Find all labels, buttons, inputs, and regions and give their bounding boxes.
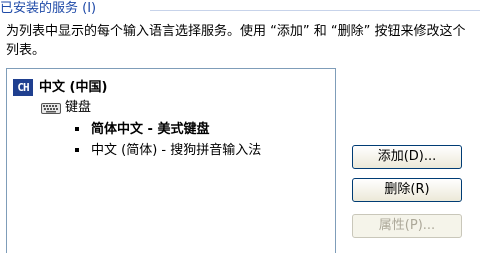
language-label: 中文 (中国) (39, 80, 108, 95)
bullet-icon (75, 126, 79, 131)
service-item-sogou-pinyin[interactable]: 中文 (简体) - 搜狗拼音输入法 (75, 142, 261, 160)
bullet-icon (75, 147, 79, 152)
language-item[interactable]: CH 中文 (中国) (13, 79, 107, 97)
keyboard-icon (41, 102, 61, 114)
description-text: 为列表中显示的每个输入语言选择服务。使用 “添加” 和 “删除” 按钮来修改这个… (6, 24, 466, 58)
service-item-us-keyboard[interactable]: 简体中文 - 美式键盘 (75, 121, 209, 139)
add-button[interactable]: 添加(D)... (352, 145, 462, 169)
group-title: 已安装的服务 (I) (0, 1, 97, 16)
keyboard-category-item[interactable]: 键盘 (41, 99, 91, 117)
properties-button[interactable]: 属性(P)... (352, 214, 462, 238)
services-listbox[interactable]: CH 中文 (中国) 键盘 简体中文 - 美式键盘 中文 (简体) - 搜狗拼音输… (6, 68, 336, 253)
service-label: 简体中文 - 美式键盘 (91, 122, 210, 137)
group-divider (150, 10, 480, 11)
remove-button[interactable]: 删除(R) (352, 178, 462, 202)
service-label: 中文 (简体) - 搜狗拼音输入法 (91, 143, 262, 158)
language-code-icon: CH (13, 79, 33, 96)
keyboard-category-label: 键盘 (65, 100, 92, 115)
